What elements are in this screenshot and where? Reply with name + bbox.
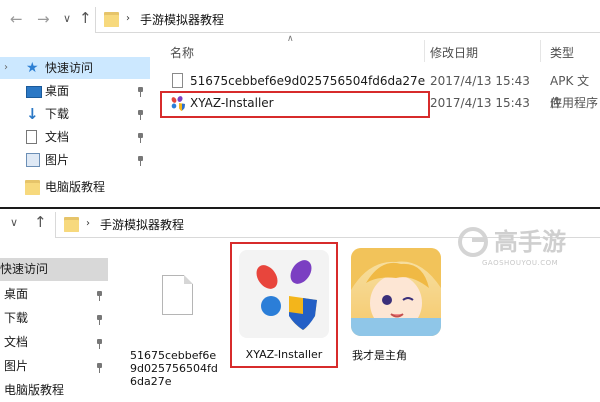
game-app-icon [351,248,441,336]
sidebar-item-desktop[interactable]: 桌面 [0,80,150,102]
sidebar-item-downloads[interactable]: ↓ 下载 [0,103,150,125]
tile-label: 51675cebbef6e 9d025756504fd 6da27e [130,349,226,388]
folder-icon [104,11,119,28]
file-name: 51675cebbef6e9d025756504fd6da27e [190,74,426,88]
sidebar-item-label: 电脑版教程 [45,180,106,194]
sidebar-item-label: 图片 [45,153,70,167]
forward-arrow-icon[interactable]: → [37,9,50,29]
brand-domain: GAOSHOUYOU.COM [482,259,559,267]
bottom-explorer-window: ∨ ↑ › 手游模拟器教程 快速访问 桌面 下载 文档 图片 电脑版教程 516… [0,209,600,400]
sidebar-item-quick-access[interactable]: › ★ 快速访问 [0,57,150,79]
sidebar-item-quick-access[interactable]: 快速访问 [0,258,108,281]
file-date: 2017/4/13 15:43 [430,74,530,88]
blank-file-icon [162,275,193,315]
back-arrow-icon[interactable]: ← [10,9,23,29]
breadcrumb-folder[interactable]: 手游模拟器教程 [140,11,224,28]
sidebar-item-pc-tutorial[interactable]: 电脑版教程 [0,379,108,402]
tile-label-line: 9d025756504fd [130,362,218,375]
column-divider[interactable] [424,40,425,62]
breadcrumb-folder[interactable]: 手游模拟器教程 [100,216,184,233]
column-header-type[interactable]: 类型 [550,44,574,61]
sidebar-item-label: 电脑版教程 [4,383,65,397]
page-fold [184,275,193,284]
tile-label: 我才是主角 [352,349,407,362]
pin-icon[interactable] [95,339,104,349]
file-tile-game[interactable]: 我才是主角 [348,247,448,397]
file-date: 2017/4/13 15:43 [430,96,530,110]
breadcrumb-separator-icon: › [86,218,90,229]
pin-icon[interactable] [95,363,104,373]
breadcrumb-separator-icon: › [126,13,130,24]
blank-file-icon [172,73,183,88]
column-header-name[interactable]: 名称 [170,44,194,61]
address-bar[interactable]: › 手游模拟器教程 [95,7,600,33]
recent-chevron-icon[interactable]: ∨ [10,213,18,233]
sidebar-item-label: 下载 [45,107,70,121]
sidebar-item-pictures[interactable]: 图片 [0,149,150,171]
xyaz-app-icon [239,250,329,338]
sidebar-item-label: 图片 [4,359,29,373]
highlight-box [160,91,430,118]
tile-label: XYAZ-Installer [245,348,323,361]
sidebar-item-desktop[interactable]: 桌面 [0,283,108,306]
expand-chevron-icon[interactable]: › [4,57,8,79]
up-arrow-icon[interactable]: ↑ [79,8,92,28]
brand-logo-icon [458,227,488,257]
picture-icon [26,153,40,167]
sidebar-item-label: 文档 [4,335,29,349]
sidebar-item-label: 桌面 [4,287,29,301]
sidebar-item-pictures[interactable]: 图片 [0,355,108,378]
pin-icon[interactable] [136,87,145,97]
pin-icon[interactable] [95,291,104,301]
pin-icon[interactable] [136,110,145,120]
download-icon: ↓ [26,105,39,123]
sidebar-item-documents[interactable]: 文档 [0,331,108,354]
sort-ascending-icon: ∧ [287,34,294,44]
folder-icon [64,216,79,233]
up-arrow-icon[interactable]: ↑ [34,212,47,232]
star-icon: ★ [26,60,39,76]
top-explorer-window: ← → ∨ ↑ › 手游模拟器教程 › ★ 快速访问 桌面 ↓ 下载 文档 图片… [0,0,600,207]
file-type: 应用程序 [550,96,599,110]
desktop-icon [26,86,42,98]
sidebar-item-label: 桌面 [45,84,70,98]
sidebar-item-pc-tutorial[interactable]: 电脑版教程 [0,176,150,198]
sidebar-item-label: 下载 [4,311,29,325]
tile-label-line: 6da27e [130,375,172,388]
pin-icon[interactable] [136,156,145,166]
file-tile-apk[interactable]: 51675cebbef6e 9d025756504fd 6da27e [128,247,228,397]
column-divider[interactable] [540,40,541,62]
brand-logo: 高手游 [494,228,566,256]
pin-icon[interactable] [95,315,104,325]
file-tile-installer[interactable]: XYAZ-Installer [230,242,338,368]
recent-chevron-icon[interactable]: ∨ [63,9,71,29]
sidebar-item-downloads[interactable]: 下载 [0,307,108,330]
pin-icon[interactable] [136,133,145,143]
tile-label-line: 51675cebbef6e [130,349,217,362]
folder-icon [25,179,40,196]
column-header-date[interactable]: 修改日期 [430,44,478,61]
file-row[interactable]: 51675cebbef6e9d025756504fd6da27e 2017/4/… [160,70,600,110]
sidebar-item-label: 文档 [45,130,70,144]
sidebar-item-label: 快速访问 [0,262,49,276]
document-icon [26,130,37,144]
sidebar-item-label: 快速访问 [45,61,94,75]
sidebar-item-documents[interactable]: 文档 [0,126,150,148]
